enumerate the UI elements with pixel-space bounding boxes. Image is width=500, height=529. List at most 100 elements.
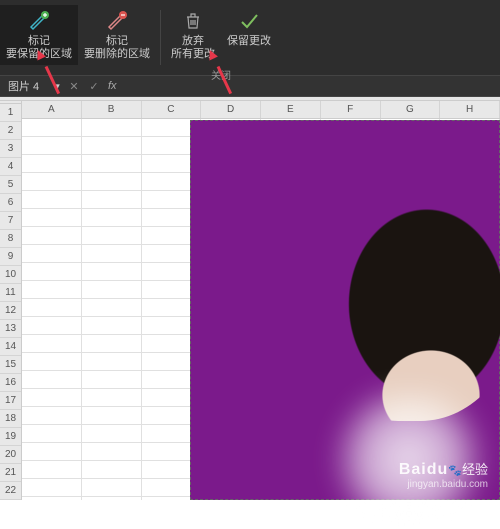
namebox-dropdown-icon[interactable]: ▾ (50, 80, 64, 93)
row-header[interactable]: 13 (0, 320, 21, 338)
cell[interactable] (22, 227, 82, 245)
column-header[interactable]: H (440, 101, 500, 118)
cell[interactable] (22, 353, 82, 371)
cell[interactable] (22, 191, 82, 209)
mark-remove-label2: 要删除的区域 (84, 48, 150, 61)
row-header[interactable]: 19 (0, 428, 21, 446)
cell[interactable] (22, 461, 82, 479)
cell[interactable] (82, 281, 142, 299)
column-header[interactable]: B (82, 101, 142, 118)
column-header[interactable]: G (381, 101, 441, 118)
cell[interactable] (82, 461, 142, 479)
keep-changes-label: 保留更改 (227, 35, 271, 48)
cell[interactable] (22, 479, 82, 497)
cell[interactable] (82, 227, 142, 245)
cancel-formula-icon[interactable]: ✕ (64, 80, 84, 93)
keep-changes-button[interactable]: 保留更改 (221, 5, 277, 65)
row-header[interactable]: 17 (0, 392, 21, 410)
cell[interactable] (82, 317, 142, 335)
cell[interactable] (82, 119, 142, 137)
row-header[interactable]: 1 (0, 104, 21, 122)
cell[interactable] (82, 479, 142, 497)
cell[interactable] (82, 155, 142, 173)
fx-label[interactable]: fx (104, 80, 117, 92)
row-header[interactable]: 11 (0, 284, 21, 302)
cell[interactable] (82, 263, 142, 281)
cell[interactable] (82, 425, 142, 443)
pen-plus-icon (28, 9, 50, 33)
cell[interactable] (82, 371, 142, 389)
accept-formula-icon[interactable]: ✓ (84, 80, 104, 93)
row-header[interactable]: 9 (0, 248, 21, 266)
row-header[interactable]: 20 (0, 446, 21, 464)
row-header[interactable]: 3 (0, 140, 21, 158)
cell[interactable] (82, 335, 142, 353)
mark-remove-label1: 标记 (106, 35, 128, 48)
row-header[interactable]: 5 (0, 176, 21, 194)
cell[interactable] (22, 281, 82, 299)
cell[interactable] (22, 425, 82, 443)
cell[interactable] (82, 353, 142, 371)
row-header[interactable]: 15 (0, 356, 21, 374)
embedded-image[interactable] (190, 120, 500, 500)
group-close-label: 关闭 (211, 67, 231, 82)
row-header[interactable]: 21 (0, 464, 21, 482)
cell[interactable] (82, 389, 142, 407)
row-header[interactable]: 4 (0, 158, 21, 176)
cell[interactable] (82, 299, 142, 317)
column-header[interactable]: F (321, 101, 381, 118)
column-header[interactable]: C (142, 101, 202, 118)
cell[interactable] (82, 173, 142, 191)
watermark-url: jingyan.baidu.com (399, 479, 488, 490)
mark-remove-button[interactable]: 标记 要删除的区域 (78, 5, 156, 65)
discard-label1: 放弃 (182, 35, 204, 48)
column-header[interactable]: D (201, 101, 261, 118)
cell[interactable] (22, 407, 82, 425)
column-header[interactable]: A (22, 101, 82, 118)
watermark-suffix: 经验 (462, 462, 488, 477)
cell[interactable] (82, 209, 142, 227)
cell[interactable] (82, 245, 142, 263)
cell[interactable] (22, 335, 82, 353)
row-header[interactable]: 16 (0, 374, 21, 392)
cell[interactable] (22, 299, 82, 317)
row-header[interactable]: 6 (0, 194, 21, 212)
cell[interactable] (82, 191, 142, 209)
cell[interactable] (22, 137, 82, 155)
cell[interactable] (82, 407, 142, 425)
cell[interactable] (22, 245, 82, 263)
cell[interactable] (22, 389, 82, 407)
cell[interactable] (22, 173, 82, 191)
cell[interactable] (22, 209, 82, 227)
watermark-brand: Baidu (399, 461, 448, 478)
trash-icon (183, 9, 203, 33)
mark-keep-label2: 要保留的区域 (6, 48, 72, 61)
row-header[interactable]: 7 (0, 212, 21, 230)
row-header[interactable]: 14 (0, 338, 21, 356)
row-header[interactable]: 8 (0, 230, 21, 248)
paw-icon: 🐾 (448, 465, 462, 477)
mark-keep-button[interactable]: 标记 要保留的区域 (0, 5, 78, 65)
column-headers: ABCDEFGH (22, 101, 500, 119)
column-header[interactable]: E (261, 101, 321, 118)
checkmark-icon (238, 9, 260, 33)
cell[interactable] (22, 263, 82, 281)
cell[interactable] (22, 155, 82, 173)
cell[interactable] (22, 443, 82, 461)
mark-keep-label1: 标记 (28, 35, 50, 48)
cell[interactable] (82, 443, 142, 461)
row-header[interactable]: 2 (0, 122, 21, 140)
row-header[interactable]: 12 (0, 302, 21, 320)
row-header[interactable]: 18 (0, 410, 21, 428)
ribbon-toolbar: 标记 要保留的区域 标记 要删除的区域 放弃 所有更改 保留更改 (0, 0, 500, 75)
pen-minus-icon (106, 9, 128, 33)
cell[interactable] (22, 317, 82, 335)
name-box[interactable]: 图片 4 (0, 78, 50, 94)
watermark: Baidu🐾经验 jingyan.baidu.com (399, 459, 488, 490)
row-header[interactable]: 10 (0, 266, 21, 284)
cell[interactable] (22, 371, 82, 389)
cell[interactable] (82, 137, 142, 155)
row-header[interactable]: 22 (0, 482, 21, 500)
discard-button[interactable]: 放弃 所有更改 (165, 5, 221, 65)
cell[interactable] (22, 119, 82, 137)
